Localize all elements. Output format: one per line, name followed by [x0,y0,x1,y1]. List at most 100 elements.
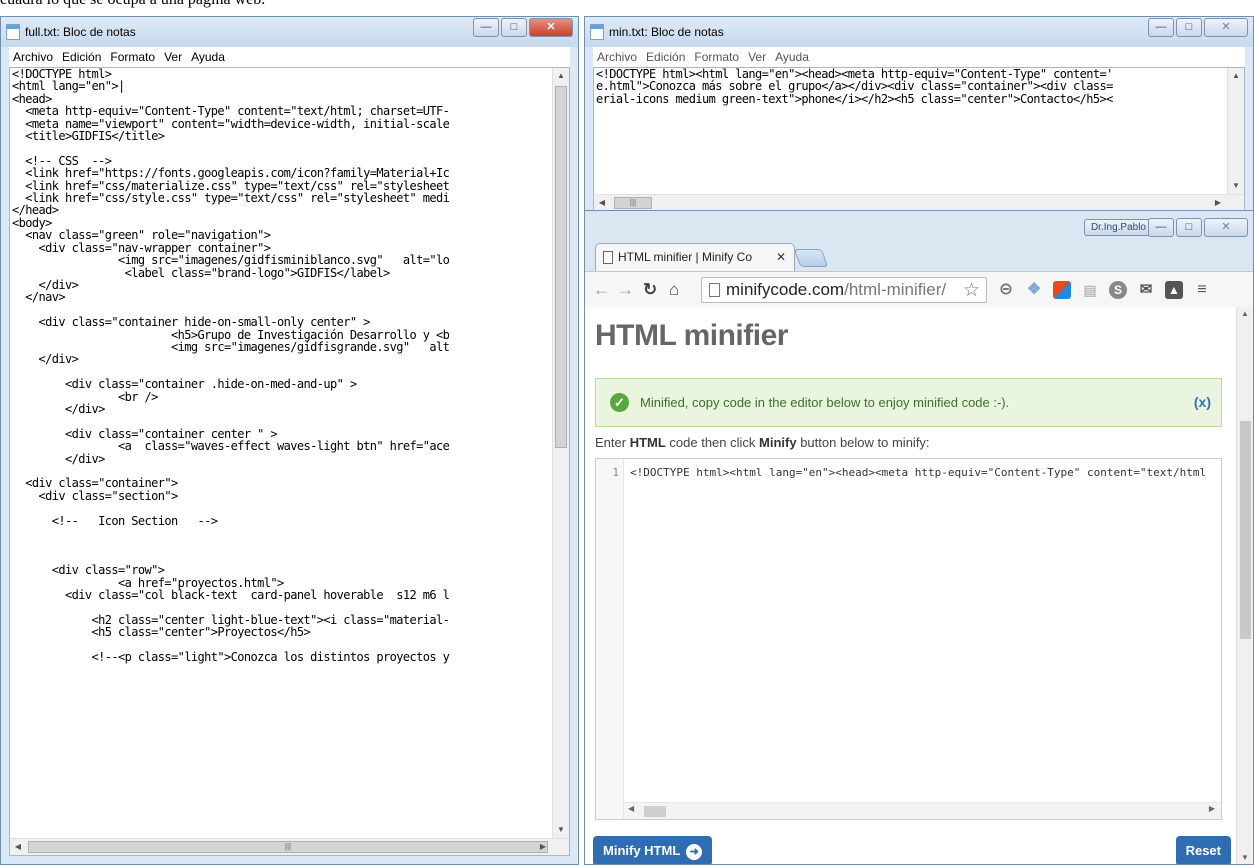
title-bar[interactable]: full.txt: Bloc de notas — □ ✕ [1,17,578,47]
tab-strip: HTML minifier | Minify Co ✕ [585,239,1253,271]
horizontal-scrollbar[interactable]: ◀ ||| ▶ [10,838,569,855]
maximize-button[interactable]: □ [1176,18,1202,37]
instruction-html: HTML [629,435,666,450]
maximize-button[interactable]: □ [1176,218,1202,237]
minify-button-label: Minify HTML [603,843,681,858]
browser-toolbar: ← → ↻ ⌂ minifycode.com/html-minifier/ ☆ … [585,271,1253,307]
menu-icon[interactable]: ≡ [1193,281,1211,299]
vertical-scrollbar[interactable]: ▲ ▼ [1227,68,1244,194]
profile-button[interactable]: Dr.Ing.Pablo [1083,219,1153,236]
bookmark-star-icon[interactable]: ☆ [963,279,980,302]
page-scrollbar[interactable]: ▲ ▼ [1236,307,1253,864]
instruction-part: button below to minify: [796,435,930,450]
scrollbar-thumb[interactable] [1240,421,1251,639]
reset-button[interactable]: Reset [1175,836,1231,864]
colorful-extension-icon[interactable] [1053,281,1071,299]
browser-window: Dr.Ing.Pablo — □ ✕ HTML minifier | Minif… [584,210,1254,865]
line-number-gutter: 1 [596,459,624,819]
menu-bar: Archivo Edición Formato Ver Ayuda [593,47,1245,67]
menu-edicion[interactable]: Edición [646,50,685,64]
menu-ayuda[interactable]: Ayuda [191,50,225,64]
menu-edicion[interactable]: Edición [62,50,101,64]
success-alert: ✓ Minified, copy code in the editor belo… [595,378,1222,427]
tab-title: HTML minifier | Minify Co [618,250,753,264]
scroll-right-arrow-icon[interactable]: ▶ [1209,804,1215,813]
skype-icon[interactable]: S [1109,281,1127,299]
instruction-part: Enter [595,435,630,450]
editor-text[interactable]: <!DOCTYPE html> <html lang="en">| <head>… [12,68,551,838]
menu-bar: Archivo Edición Formato Ver Ayuda [9,47,570,67]
dropbox-icon[interactable]: ❖ [1025,281,1043,299]
notepad-icon [6,24,20,40]
check-circle-icon: ✓ [610,393,629,412]
reader-icon[interactable]: ▤ [1081,281,1099,299]
url-host: minifycode.com [726,280,845,299]
editor-text[interactable]: <!DOCTYPE html><html lang="en"><head><me… [596,68,1226,194]
horizontal-scrollbar[interactable]: ◀ ||| ▶ [594,194,1244,211]
scroll-up-arrow-icon[interactable]: ▲ [1228,68,1244,84]
title-bar[interactable]: min.txt: Bloc de notas — □ ✕ [585,17,1253,47]
html-code-editor[interactable]: 1 <!DOCTYPE html><html lang="en"><head><… [595,458,1222,820]
scroll-left-arrow-icon[interactable]: ◀ [628,804,634,813]
text-editor[interactable]: <!DOCTYPE html> <html lang="en">| <head>… [9,67,570,856]
window-title: full.txt: Bloc de notas [25,25,136,39]
lightbulb-icon[interactable]: ▲ [1165,281,1183,299]
vertical-scrollbar[interactable]: ▲ ▼ [552,68,569,838]
scroll-left-arrow-icon[interactable]: ◀ [10,839,26,855]
scroll-right-arrow-icon[interactable]: ▶ [535,839,551,855]
minify-html-button[interactable]: Minify HTML ➜ [593,836,713,864]
menu-archivo[interactable]: Archivo [597,50,637,64]
close-button[interactable]: ✕ [529,18,573,37]
instruction-minify: Minify [759,435,797,450]
new-tab-button[interactable] [793,249,829,267]
minimize-button[interactable]: — [473,18,499,37]
window-title: min.txt: Bloc de notas [609,25,724,39]
scrollbar-thumb[interactable]: ||| [28,841,548,853]
maximize-button[interactable]: □ [501,18,527,37]
arrow-right-icon: ➜ [686,844,703,860]
page-icon [709,283,720,297]
close-button[interactable]: ✕ [1204,218,1248,237]
menu-formato[interactable]: Formato [694,50,739,64]
alert-close-button[interactable]: (x) [1194,394,1211,410]
scrollbar-thumb[interactable] [644,806,666,817]
scroll-right-arrow-icon[interactable]: ▶ [1210,195,1226,211]
alert-message: Minified, copy code in the editor below … [640,395,1010,410]
instruction-part: code then click [665,435,760,450]
editor-code-line[interactable]: <!DOCTYPE html><html lang="en"><head><me… [630,466,1217,479]
scroll-down-arrow-icon[interactable]: ▼ [553,822,569,838]
address-bar[interactable]: minifycode.com/html-minifier/ [701,277,987,303]
home-icon[interactable]: ⌂ [669,280,679,300]
page-viewport: HTML minifier ✓ Minified, copy code in t… [585,307,1253,864]
minimize-button[interactable]: — [1148,218,1174,237]
scroll-down-arrow-icon[interactable]: ▼ [1237,853,1253,862]
menu-ver[interactable]: Ver [164,50,182,64]
checkmail-icon[interactable]: ✉ [1137,281,1155,299]
scrollbar-thumb[interactable] [555,86,567,448]
menu-formato[interactable]: Formato [110,50,155,64]
scroll-up-arrow-icon[interactable]: ▲ [1237,309,1253,318]
scroll-left-arrow-icon[interactable]: ◀ [594,195,610,211]
scroll-down-arrow-icon[interactable]: ▼ [1228,178,1244,194]
text-editor[interactable]: <!DOCTYPE html><html lang="en"><head><me… [593,67,1245,212]
adblock-icon[interactable]: ⊝ [997,281,1015,299]
close-button[interactable]: ✕ [1204,18,1248,37]
notepad-full-window: full.txt: Bloc de notas — □ ✕ Archivo Edi… [0,16,579,865]
minimize-button[interactable]: — [1148,18,1174,37]
menu-archivo[interactable]: Archivo [13,50,53,64]
scrollbar-thumb[interactable]: ||| [614,197,652,209]
close-tab-icon[interactable]: ✕ [776,244,786,270]
forward-icon[interactable]: → [617,280,634,300]
notepad-min-window: min.txt: Bloc de notas — □ ✕ Archivo Edic… [584,16,1254,213]
menu-ayuda[interactable]: Ayuda [775,50,809,64]
scroll-up-arrow-icon[interactable]: ▲ [553,68,569,84]
back-icon[interactable]: ← [593,280,610,300]
horizontal-scrollbar[interactable]: ◀ ▶ [624,802,1221,819]
browser-tab[interactable]: HTML minifier | Minify Co ✕ [595,243,795,271]
reload-icon[interactable]: ↻ [643,280,657,300]
menu-ver[interactable]: Ver [748,50,766,64]
top-caption: cuadra lo que se ocupa a una página web. [0,0,700,9]
page-title: HTML minifier [595,319,788,352]
url-path: /html-minifier/ [844,280,947,299]
line-number: 1 [612,466,619,479]
